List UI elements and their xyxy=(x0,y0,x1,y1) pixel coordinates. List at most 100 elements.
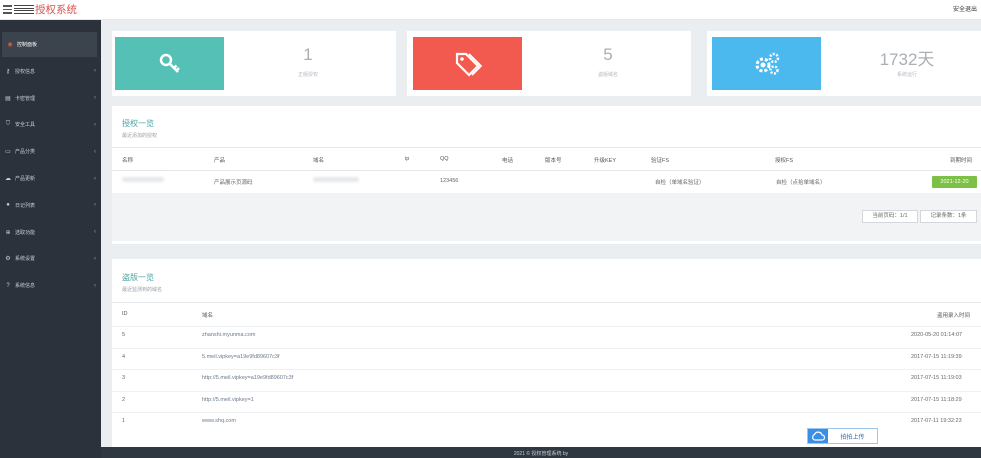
auth-subtitle: 最近添加的授权 xyxy=(122,133,158,139)
divider xyxy=(112,302,981,303)
stat-card-piracy: 5 盗版域名 xyxy=(407,31,691,96)
page-indicator[interactable]: 当前页码：1/1 xyxy=(862,210,918,223)
sidebar-item[interactable]: ⊕ 选取功能 ‹ xyxy=(0,220,101,245)
product-cell: 产品展示页源码 xyxy=(214,180,253,186)
sidebar-item-label: 控制面板 xyxy=(17,42,38,48)
stat-value: 5 xyxy=(603,45,613,64)
logout-link[interactable]: 安全退出 xyxy=(953,4,977,13)
column-header: QQ xyxy=(440,156,449,162)
sidebar-item-label: 日记列表 xyxy=(15,202,36,209)
chevron-left-icon: ‹ xyxy=(94,68,96,75)
domain-link[interactable]: http://5.meil.vipkey=a19e9fd89607c3f xyxy=(202,375,293,381)
sidebar-item-label: 产品分类 xyxy=(15,149,36,156)
sidebar-item-label: 产品更新 xyxy=(15,176,36,182)
sidebar-item[interactable]: ⚷ 授权信息 ‹ xyxy=(0,59,101,84)
key-icon: ⚷ xyxy=(5,68,11,75)
domain-link[interactable]: zhanshi.myunma.com xyxy=(202,332,256,338)
column-header-id: ID xyxy=(122,311,128,317)
sidebar-item-label: 选取功能 xyxy=(15,229,36,236)
time-cell: 2017-07-15 11:19:39 xyxy=(911,353,962,360)
id-cell: 3 xyxy=(122,375,126,381)
chevron-left-icon: ‹ xyxy=(94,229,96,236)
domain-link[interactable]: http://5.meil.vipkey=1 xyxy=(202,397,254,403)
auth-fs-cell: 自检（点拾单域名） xyxy=(776,180,826,186)
key-icon xyxy=(115,37,224,90)
chevron-left-icon: ‹ xyxy=(94,255,96,262)
shield-icon: ⛉ xyxy=(5,121,11,128)
sidebar-item-label: 安全工具 xyxy=(15,122,36,129)
divider xyxy=(112,147,981,148)
sidebar-item-label: 系统信息 xyxy=(15,283,36,290)
sidebar-item-label: 授权信息 xyxy=(15,68,36,75)
domain-link[interactable]: www.shq.com xyxy=(202,418,236,424)
verify-fs-cell: 自检（单域名验证） xyxy=(655,180,705,186)
column-header: 名称 xyxy=(122,158,134,164)
sidebar-item-label: 系统设置 xyxy=(15,256,36,263)
chevron-left-icon: ‹ xyxy=(94,175,96,182)
row-divider xyxy=(112,369,981,370)
time-cell: 2017-07-15 11:19:03 xyxy=(911,375,962,381)
list-icon: ▤ xyxy=(5,95,11,102)
chevron-left-icon: ‹ xyxy=(94,282,96,289)
sidebar-item[interactable]: ▭ 产品分类 ‹ xyxy=(0,139,101,164)
sidebar-item-label: 卡密管理 xyxy=(15,95,36,102)
id-cell: 5 xyxy=(122,332,126,338)
divider xyxy=(112,170,981,171)
sidebar-item[interactable]: ● 日记列表 ‹ xyxy=(0,193,101,218)
column-header: 版本号 xyxy=(545,158,562,164)
pager-area xyxy=(112,193,981,241)
footer: 2021 © 授权管理系统 by xyxy=(101,447,981,458)
column-header: 域名 xyxy=(313,158,325,164)
row-divider xyxy=(112,412,981,413)
row-divider xyxy=(112,347,981,349)
menu-toggle-icon[interactable] xyxy=(3,5,12,14)
column-header: 升级KEY xyxy=(594,158,617,164)
domain-link[interactable]: 5.meil.vipkey=a19e9fd89607c3f xyxy=(202,354,280,360)
chevron-left-icon: ‹ xyxy=(94,95,96,102)
sidebar-item[interactable]: ? 系统信息 ‹ xyxy=(0,273,101,298)
gears-icon xyxy=(712,37,821,90)
sidebar-item[interactable]: ☁ 产品更新 ‹ xyxy=(0,166,101,191)
stat-value: 1732天 xyxy=(879,50,935,69)
stat-value: 1 xyxy=(303,45,313,64)
upload-button[interactable]: 拍拍上传 xyxy=(807,428,878,444)
stat-card-uptime: 1732天 系统运行 xyxy=(707,31,981,96)
qq-cell: 123456 xyxy=(440,178,459,184)
chevron-left-icon: ‹ xyxy=(94,202,96,209)
upload-label: 拍拍上传 xyxy=(840,434,865,441)
top-bar: 授权系统 安全退出 xyxy=(0,0,981,20)
piracy-subtitle: 最近监测到的域名 xyxy=(122,287,163,293)
auth-title: 授权一览 xyxy=(122,119,154,128)
chevron-left-icon: ‹ xyxy=(94,148,96,155)
domain-cell xyxy=(313,177,359,184)
dashboard-icon: ◉ xyxy=(7,42,13,48)
id-cell: 4 xyxy=(122,353,126,360)
expiry-badge: 2021-12-20 xyxy=(932,176,977,188)
logo-icon xyxy=(14,5,34,14)
column-header: 验证FS xyxy=(651,158,670,164)
column-header-time: 盗用录入时间 xyxy=(937,313,971,319)
column-header: 电话 xyxy=(502,158,514,164)
stat-card-licenses: 1 正版授权 xyxy=(112,31,396,96)
record-count[interactable]: 记录条数：1条 xyxy=(920,210,977,223)
gears-icon: ⚙ xyxy=(5,256,11,263)
column-header: ip xyxy=(405,156,410,162)
sidebar-item[interactable]: ◉ 控制面板 xyxy=(2,32,97,57)
question-icon: ? xyxy=(6,282,10,289)
chevron-left-icon: ‹ xyxy=(94,121,96,128)
brand-title: 授权系统 xyxy=(35,4,77,16)
time-cell: 2017-07-15 11:18:29 xyxy=(911,396,962,403)
column-header: 授权FS xyxy=(775,158,794,164)
stat-label: 盗版域名 xyxy=(597,72,618,78)
sidebar-item[interactable]: ⚙ 系统设置 ‹ xyxy=(0,246,101,271)
name-cell xyxy=(122,177,164,184)
tags-icon xyxy=(413,37,522,90)
time-cell: 2020-05-20 01:14:07 xyxy=(911,332,963,338)
sidebar-item[interactable]: ▤ 卡密管理 ‹ xyxy=(0,86,101,111)
id-cell: 1 xyxy=(122,418,126,424)
column-header: 到期时间 xyxy=(950,158,973,164)
globe-icon: ⊕ xyxy=(5,229,11,236)
stat-label: 正版授权 xyxy=(297,72,318,78)
sidebar-item[interactable]: ⛉ 安全工具 ‹ xyxy=(0,112,101,137)
stat-label: 系统运行 xyxy=(896,72,917,78)
